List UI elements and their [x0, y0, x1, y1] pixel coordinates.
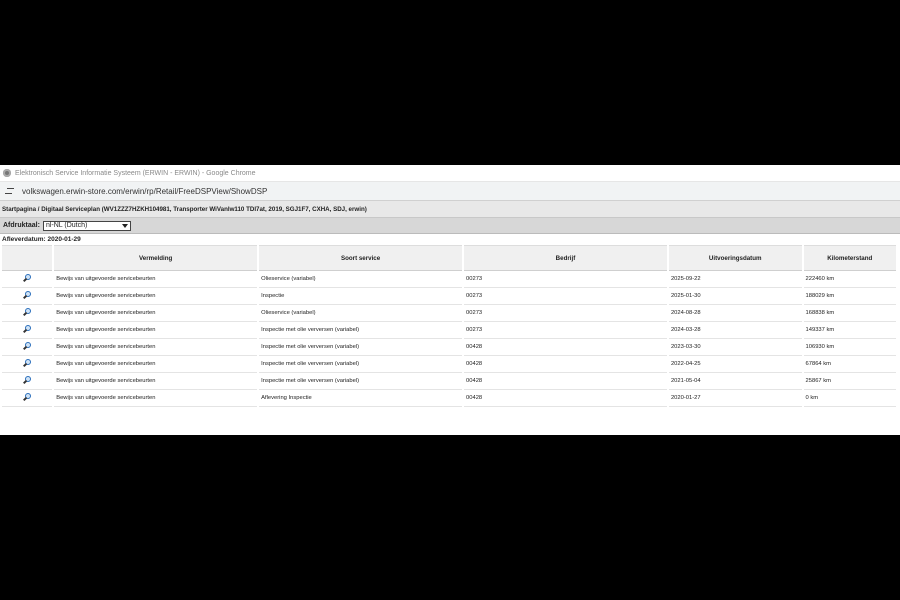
table-header-row: Vermelding Soort service Bedrijf Uitvoer… [2, 245, 896, 271]
table-row[interactable]: Bewijs van uitgevoerde servicebeurten Ins… [2, 322, 896, 339]
cell-uitvoeringsdatum: 2024-08-28 [668, 305, 802, 322]
magnifier-icon[interactable] [23, 376, 31, 384]
cell-bedrijf: 00273 [464, 305, 667, 322]
table-row[interactable]: Bewijs van uitgevoerde servicebeurten Ins… [2, 288, 896, 305]
cell-kilometerstand: 168838 km [803, 305, 896, 322]
cell-uitvoeringsdatum: 2022-04-25 [668, 356, 802, 373]
url-text[interactable]: volkswagen.erwin-store.com/erwin/rp/Reta… [22, 187, 267, 196]
print-language-label: Afdruktaal: [3, 222, 40, 229]
cell-uitvoeringsdatum: 2020-01-27 [668, 390, 802, 407]
print-language-value: nl-NL (Dutch) [45, 222, 88, 229]
magnifier-icon[interactable] [23, 325, 31, 333]
breadcrumb-text: Startpagina / Digitaal Serviceplan (WV1Z… [2, 205, 367, 213]
cell-bedrijf: 00273 [464, 322, 667, 339]
table-row[interactable]: Bewijs van uitgevoerde servicebeurten Afl… [2, 390, 896, 407]
title-bar: Elektronisch Service Informatie Systeem … [0, 165, 900, 182]
cell-kilometerstand: 188029 km [803, 288, 896, 305]
cell-vermelding: Bewijs van uitgevoerde servicebeurten [54, 356, 258, 373]
cell-vermelding: Bewijs van uitgevoerde servicebeurten [54, 373, 258, 390]
cell-kilometerstand: 149337 km [803, 322, 896, 339]
cell-soort-service: Aflevering Inspectie [259, 390, 463, 407]
cell-vermelding: Bewijs van uitgevoerde servicebeurten [54, 322, 258, 339]
delivery-date-text: Afleverdatum: 2020-01-29 [2, 236, 81, 243]
window-title: Elektronisch Service Informatie Systeem … [15, 169, 256, 177]
view-cell[interactable] [2, 322, 53, 339]
cell-bedrijf: 00428 [464, 356, 667, 373]
cell-kilometerstand: 25867 km [803, 373, 896, 390]
table-row[interactable]: Bewijs van uitgevoerde servicebeurten Oli… [2, 271, 896, 288]
cell-vermelding: Bewijs van uitgevoerde servicebeurten [54, 288, 258, 305]
cell-bedrijf: 00428 [464, 373, 667, 390]
cell-uitvoeringsdatum: 2025-01-30 [668, 288, 802, 305]
cell-soort-service: Inspectie [259, 288, 463, 305]
table-row[interactable]: Bewijs van uitgevoerde servicebeurten Oli… [2, 305, 896, 322]
view-cell[interactable] [2, 288, 53, 305]
view-cell[interactable] [2, 356, 53, 373]
cell-uitvoeringsdatum: 2024-03-28 [668, 322, 802, 339]
cell-kilometerstand: 67864 km [803, 356, 896, 373]
cell-bedrijf: 00273 [464, 271, 667, 288]
cell-soort-service: Inspectie met olie verversen (variabel) [259, 356, 463, 373]
cell-vermelding: Bewijs van uitgevoerde servicebeurten [54, 271, 258, 288]
cell-bedrijf: 00273 [464, 288, 667, 305]
cell-uitvoeringsdatum: 2025-09-22 [668, 271, 802, 288]
header-vermelding[interactable]: Vermelding [54, 245, 258, 271]
print-language-select[interactable]: nl-NL (Dutch) [42, 220, 131, 231]
view-cell[interactable] [2, 390, 53, 407]
cell-kilometerstand: 0 km [803, 390, 896, 407]
cell-soort-service: Inspectie met olie verversen (variabel) [259, 339, 463, 356]
cell-soort-service: Olieservice (variabel) [259, 305, 463, 322]
magnifier-icon[interactable] [23, 274, 31, 282]
chevron-down-icon [121, 223, 128, 228]
cell-kilometerstand: 106930 km [803, 339, 896, 356]
cell-soort-service: Inspectie met olie verversen (variabel) [259, 322, 463, 339]
table-row[interactable]: Bewijs van uitgevoerde servicebeurten Ins… [2, 356, 896, 373]
header-soort-service[interactable]: Soort service [259, 245, 463, 271]
cell-soort-service: Olieservice (variabel) [259, 271, 463, 288]
magnifier-icon[interactable] [23, 393, 31, 401]
cell-kilometerstand: 222460 km [803, 271, 896, 288]
header-icon-column [2, 245, 53, 271]
magnifier-icon[interactable] [23, 342, 31, 350]
cell-uitvoeringsdatum: 2021-05-04 [668, 373, 802, 390]
cell-bedrijf: 00428 [464, 390, 667, 407]
address-bar[interactable]: volkswagen.erwin-store.com/erwin/rp/Reta… [0, 182, 900, 201]
cell-vermelding: Bewijs van uitgevoerde servicebeurten [54, 339, 258, 356]
cell-uitvoeringsdatum: 2023-03-30 [668, 339, 802, 356]
delivery-date: Afleverdatum: 2020-01-29 [0, 234, 900, 245]
header-kilometerstand[interactable]: Kilometerstand [803, 245, 896, 271]
table-row[interactable]: Bewijs van uitgevoerde servicebeurten Ins… [2, 373, 896, 390]
cell-soort-service: Inspectie met olie verversen (variabel) [259, 373, 463, 390]
service-table: Vermelding Soort service Bedrijf Uitvoer… [0, 245, 898, 407]
table-row[interactable]: Bewijs van uitgevoerde servicebeurten Ins… [2, 339, 896, 356]
view-cell[interactable] [2, 305, 53, 322]
header-uitvoeringsdatum[interactable]: Uitvoeringsdatum [668, 245, 802, 271]
view-cell[interactable] [2, 339, 53, 356]
cell-vermelding: Bewijs van uitgevoerde servicebeurten [54, 305, 258, 322]
view-cell[interactable] [2, 373, 53, 390]
magnifier-icon[interactable] [23, 359, 31, 367]
browser-window: Elektronisch Service Informatie Systeem … [0, 165, 900, 435]
breadcrumb: Startpagina / Digitaal Serviceplan (WV1Z… [0, 201, 900, 218]
magnifier-icon[interactable] [23, 308, 31, 316]
site-settings-icon[interactable] [5, 187, 14, 196]
cell-bedrijf: 00428 [464, 339, 667, 356]
view-cell[interactable] [2, 271, 53, 288]
print-language-toolbar: Afdruktaal: nl-NL (Dutch) [0, 218, 900, 234]
header-bedrijf[interactable]: Bedrijf [464, 245, 667, 271]
magnifier-icon[interactable] [23, 291, 31, 299]
cell-vermelding: Bewijs van uitgevoerde servicebeurten [54, 390, 258, 407]
chrome-icon [3, 169, 11, 177]
